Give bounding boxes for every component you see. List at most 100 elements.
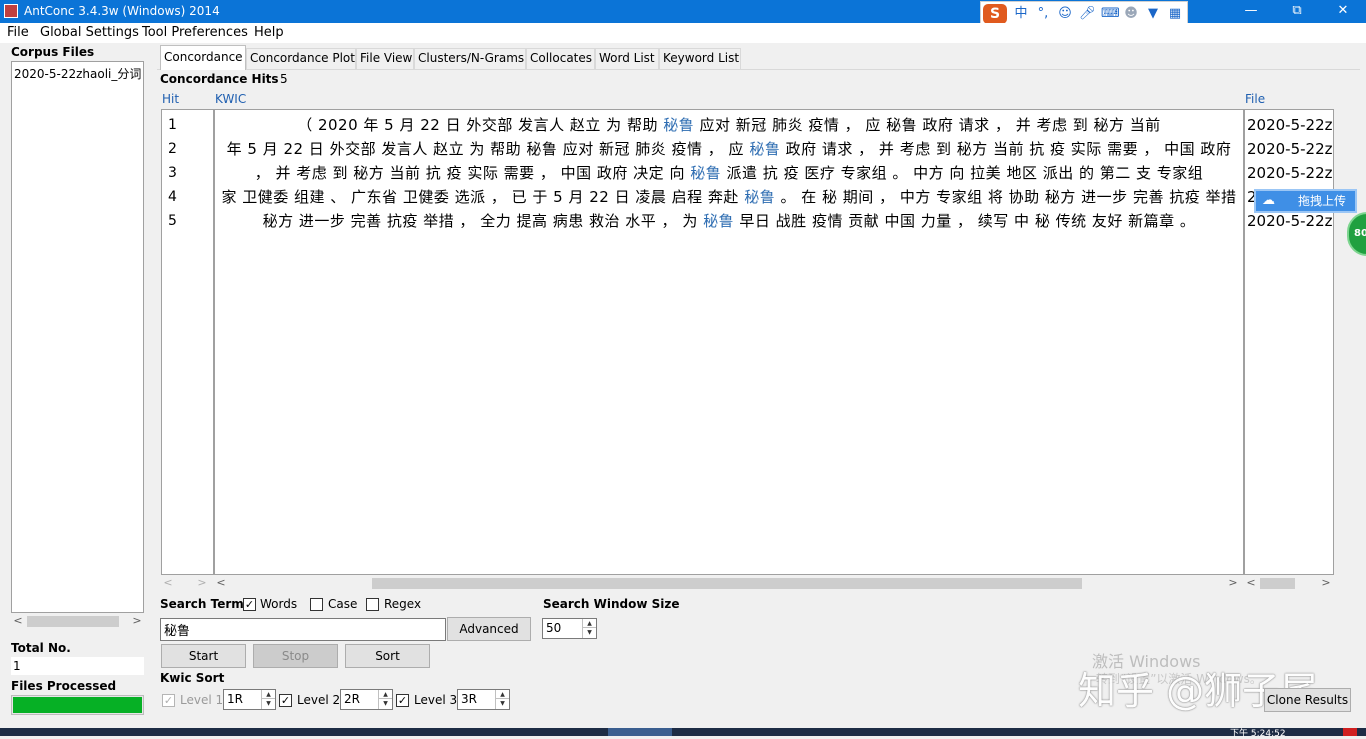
level2-spinner[interactable]: 2R ▲ ▼	[340, 689, 393, 710]
file-cell[interactable]: 2020-5-22zh	[1247, 137, 1333, 161]
tab-keyword-list[interactable]: Keyword List	[659, 48, 741, 69]
grid-icon[interactable]: ▦	[1167, 6, 1183, 22]
search-window-size-spinner[interactable]: 50 ▲ ▼	[542, 618, 597, 639]
sogou-logo-icon[interactable]: S	[983, 4, 1007, 24]
kwic-keyword[interactable]: 秘鲁	[663, 116, 694, 134]
minimize-button[interactable]: —	[1228, 0, 1274, 23]
file-cell[interactable]: 2020-5-22zh	[1247, 161, 1333, 185]
kwic-pane[interactable]: （ 2020 年 5 月 22 日 外交部 发言人 赵立 为 帮助 秘鲁 应对 …	[214, 109, 1244, 575]
taskbar-clock[interactable]: 下午 5:24:52	[1230, 726, 1286, 739]
level2-label: Level 2	[297, 693, 341, 707]
hit-number[interactable]: 2	[168, 137, 177, 161]
corpus-file-item[interactable]: 2020-5-22zhaoli_分词	[14, 65, 141, 82]
stop-button[interactable]: Stop	[253, 644, 338, 668]
shirt-icon[interactable]: ▼	[1145, 6, 1161, 22]
spinner-buttons[interactable]: ▲ ▼	[378, 690, 392, 709]
spin-up-icon[interactable]: ▲	[262, 690, 275, 699]
case-checkbox[interactable]	[310, 598, 323, 611]
kwic-keyword[interactable]: 秘鲁	[744, 188, 775, 206]
kwic-column-header: KWIC	[215, 92, 247, 106]
kwic-right-context: 派遣 抗 疫 医疗 专家组 。 中方 向 拉美 地区 派出 的 第二 支 专家组	[726, 164, 1204, 182]
hit-number[interactable]: 1	[168, 113, 177, 137]
file-pane[interactable]: 2020-5-22zh 2020-5-22zh 2020-5-22zh 2 20…	[1244, 109, 1334, 575]
kwic-line[interactable]: 家 卫健委 组建 、 广东省 卫健委 选派 ， 已 于 5 月 22 日 凌晨 …	[215, 185, 1243, 209]
hit-number[interactable]: 5	[168, 209, 177, 233]
microphone-icon[interactable]: 🎤︎	[1079, 6, 1096, 22]
kwic-pane-scrollbar[interactable]: < >	[214, 575, 1244, 592]
advanced-button[interactable]: Advanced	[447, 617, 531, 641]
scroll-left-icon[interactable]: <	[214, 575, 228, 592]
level3-spinner[interactable]: 3R ▲ ▼	[457, 689, 510, 710]
scroll-left-icon[interactable]: <	[1244, 575, 1258, 592]
kwic-line[interactable]: 秘方 进一步 完善 抗疫 举措 ， 全力 提高 病患 救治 水平 ， 为 秘鲁 …	[215, 209, 1243, 233]
level1-spinner[interactable]: 1R ▲ ▼	[223, 689, 276, 710]
tab-concordance[interactable]: Concordance	[160, 45, 246, 70]
tab-collocates[interactable]: Collocates	[526, 48, 595, 69]
level1-checkbox[interactable]: ✓	[162, 694, 175, 707]
scroll-left-icon[interactable]: <	[161, 575, 175, 592]
level3-checkbox[interactable]: ✓	[396, 694, 409, 707]
menu-help[interactable]: Help	[254, 25, 284, 40]
files-processed-label: Files Processed	[11, 679, 117, 693]
search-term-input[interactable]	[160, 618, 446, 641]
scroll-thumb[interactable]	[27, 616, 119, 627]
scroll-right-icon[interactable]: >	[1319, 575, 1333, 592]
tab-word-list[interactable]: Word List	[595, 48, 659, 69]
spin-down-icon[interactable]: ▼	[496, 699, 509, 708]
spin-up-icon[interactable]: ▲	[496, 690, 509, 699]
notification-badge-icon[interactable]	[1343, 728, 1357, 736]
kwic-line[interactable]: ， 并 考虑 到 秘方 当前 抗 疫 实际 需要 ， 中国 政府 决定 向 秘鲁…	[215, 161, 1243, 185]
words-checkbox[interactable]: ✓	[243, 598, 256, 611]
spin-down-icon[interactable]: ▼	[583, 628, 596, 637]
close-button[interactable]: ✕	[1320, 0, 1366, 23]
drag-upload-widget[interactable]: ☁ 拖拽上传	[1254, 189, 1357, 213]
clone-results-button[interactable]: Clone Results	[1264, 688, 1351, 712]
tab-concordance-plot[interactable]: Concordance Plot	[246, 48, 356, 69]
hit-number[interactable]: 3	[168, 161, 177, 185]
hit-pane[interactable]: 1 2 3 4 5	[161, 109, 214, 575]
tab-clusters-ngrams[interactable]: Clusters/N-Grams	[414, 48, 526, 69]
taskbar-active-app[interactable]	[608, 728, 672, 736]
scroll-thumb[interactable]	[372, 578, 1082, 589]
spinner-buttons[interactable]: ▲ ▼	[495, 690, 509, 709]
keyboard-icon[interactable]: ⌨	[1101, 6, 1120, 22]
level2-checkbox[interactable]: ✓	[279, 694, 292, 707]
kwic-line[interactable]: （ 2020 年 5 月 22 日 外交部 发言人 赵立 为 帮助 秘鲁 应对 …	[215, 113, 1243, 137]
spinner-buttons[interactable]: ▲ ▼	[261, 690, 275, 709]
scroll-left-icon[interactable]: <	[11, 613, 25, 630]
scroll-right-icon[interactable]: >	[1226, 575, 1240, 592]
corpus-file-list[interactable]: 2020-5-22zhaoli_分词	[11, 61, 144, 613]
scroll-thumb[interactable]	[1260, 578, 1295, 589]
spinner-value: 50	[546, 621, 562, 635]
kwic-keyword[interactable]: 秘鲁	[749, 140, 780, 158]
tab-file-view[interactable]: File View	[356, 48, 414, 69]
corpus-list-scrollbar[interactable]: < >	[11, 613, 144, 630]
hit-pane-scrollbar[interactable]: < >	[161, 575, 214, 592]
spin-down-icon[interactable]: ▼	[262, 699, 275, 708]
user-icon[interactable]: ☻	[1123, 6, 1139, 22]
kwic-line[interactable]: 年 5 月 22 日 外交部 发言人 赵立 为 帮助 秘鲁 应对 新冠 肺炎 疫…	[215, 137, 1243, 161]
kwic-left-context: （ 2020 年 5 月 22 日 外交部 发言人 赵立 为 帮助	[297, 116, 658, 134]
hit-number[interactable]: 4	[168, 185, 177, 209]
regex-checkbox[interactable]	[366, 598, 379, 611]
spin-up-icon[interactable]: ▲	[583, 619, 596, 628]
scroll-right-icon[interactable]: >	[130, 613, 144, 630]
menu-tool-preferences[interactable]: Tool Preferences	[142, 25, 248, 40]
chinese-mode-indicator[interactable]: 中	[1013, 6, 1029, 22]
spin-up-icon[interactable]: ▲	[379, 690, 392, 699]
smiley-icon[interactable]: ☺	[1057, 6, 1073, 22]
scroll-right-icon[interactable]: >	[195, 575, 209, 592]
maximize-button[interactable]: ⧉	[1274, 0, 1320, 23]
file-pane-scrollbar[interactable]: < >	[1244, 575, 1334, 592]
kwic-keyword[interactable]: 秘鲁	[703, 212, 734, 230]
file-cell[interactable]: 2020-5-22zh	[1247, 113, 1333, 137]
antconc-app-icon[interactable]	[4, 4, 18, 18]
menu-file[interactable]: File	[7, 25, 29, 40]
sort-button[interactable]: Sort	[345, 644, 430, 668]
start-button[interactable]: Start	[161, 644, 246, 668]
menu-global-settings[interactable]: Global Settings	[40, 25, 139, 40]
punctuation-mode-indicator[interactable]: °,	[1035, 6, 1051, 22]
kwic-keyword[interactable]: 秘鲁	[690, 164, 721, 182]
spinner-buttons[interactable]: ▲ ▼	[582, 619, 596, 638]
spin-down-icon[interactable]: ▼	[379, 699, 392, 708]
